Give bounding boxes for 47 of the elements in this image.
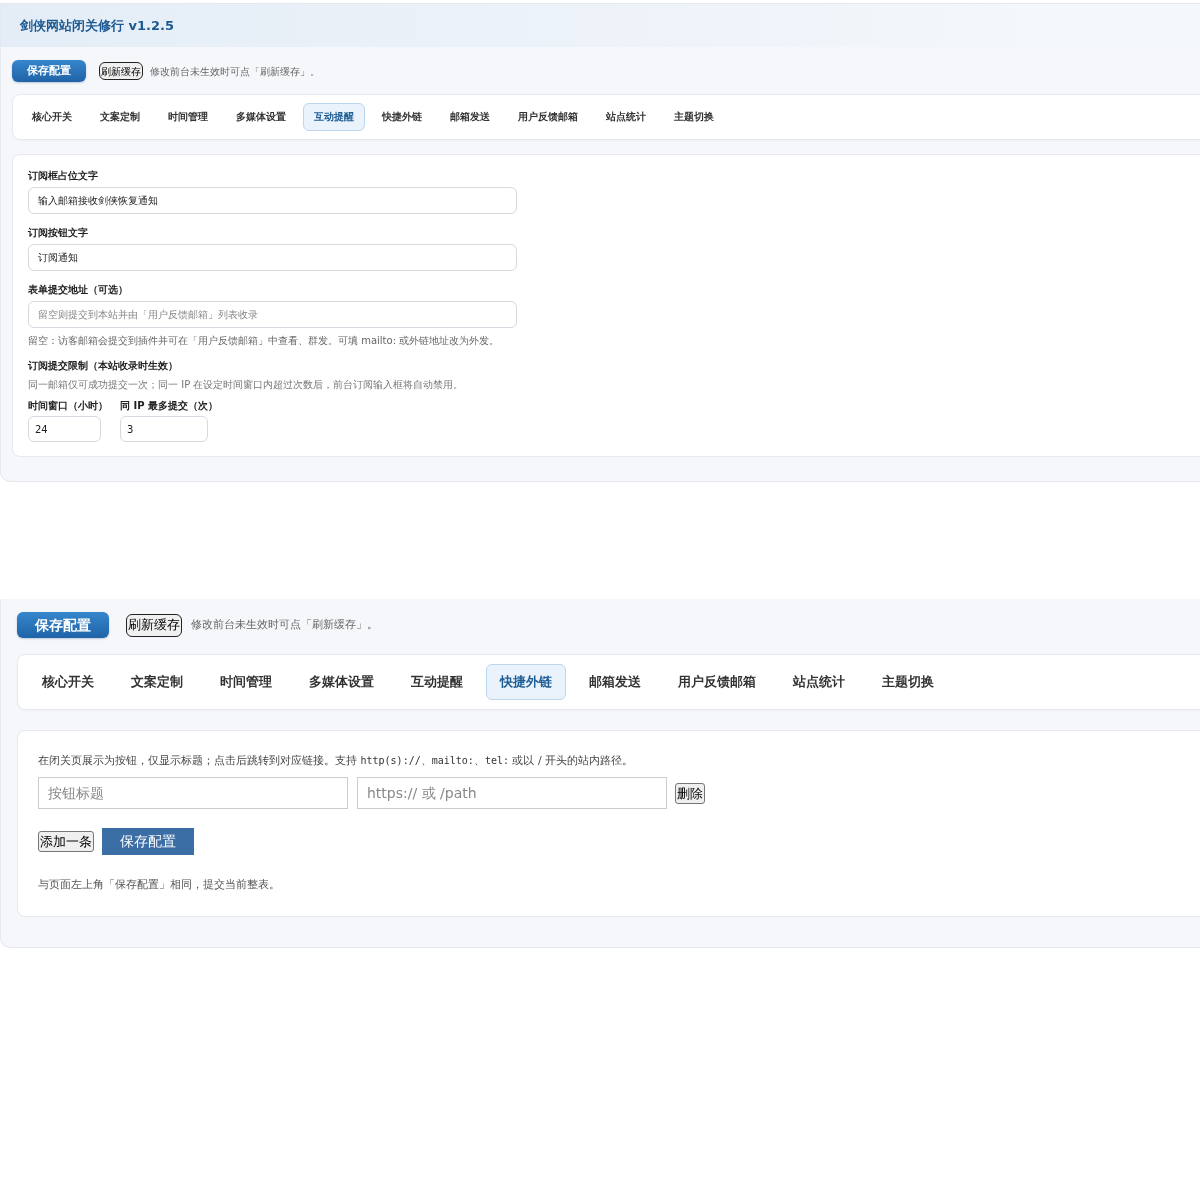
field-label: 时间窗口（小时） xyxy=(28,399,108,412)
help-text: 留空：访客邮箱会提交到插件并可在「用户反馈邮箱」中查看、群发。可填 mailto: 或外链地址改为外发。 xyxy=(28,334,501,347)
refresh-cache-button[interactable]: 刷新缓存 xyxy=(99,62,143,80)
save-button[interactable]: 保存配置 xyxy=(12,60,86,82)
text-field[interactable]: 订阅通知 xyxy=(28,244,517,271)
delete-button[interactable]: 删除 xyxy=(675,782,705,804)
field-label: 同 IP 最多提交（次） xyxy=(120,399,218,412)
url-field[interactable]: https:// 或 /path xyxy=(357,777,667,809)
tab[interactable]: 用户反馈邮箱 xyxy=(664,664,770,700)
tab[interactable]: 邮箱发送 xyxy=(439,103,501,131)
tab[interactable]: 时间管理 xyxy=(157,103,219,131)
tab[interactable]: 文案定制 xyxy=(89,103,151,131)
field-label: 订阅框占位文字 xyxy=(28,169,99,183)
section-description: 同一邮箱仅可成功提交一次；同一 IP 在设定时间窗口内超过次数后，前台订阅输入框将自动禁用。 xyxy=(28,378,465,391)
note-text: 与页面左上角「保存配置」相同，提交当前整表。 xyxy=(38,877,281,893)
tab[interactable]: 核心开关 xyxy=(21,103,83,131)
field-label: 订阅按钮文字 xyxy=(28,226,89,240)
number-field[interactable]: 3 xyxy=(120,416,208,442)
tab[interactable]: 文案定制 xyxy=(117,664,197,700)
add-button[interactable]: 添加一条 xyxy=(38,831,94,852)
tab[interactable]: 站点统计 xyxy=(595,103,657,131)
title-field[interactable]: 按钮标题 xyxy=(38,777,348,809)
tab[interactable]: 互动提醒 xyxy=(397,664,477,700)
app-title: 剑侠网站闭关修行 v1.2.5 xyxy=(20,16,174,35)
text-field[interactable]: 输入邮箱接收剑侠恢复通知 xyxy=(28,187,517,214)
refresh-cache-button[interactable]: 刷新缓存 xyxy=(126,613,182,637)
tab[interactable]: 快捷外链 xyxy=(371,103,433,131)
tab[interactable]: 多媒体设置 xyxy=(295,664,388,700)
tab[interactable]: 用户反馈邮箱 xyxy=(507,103,589,131)
tab[interactable]: 多媒体设置 xyxy=(225,103,297,131)
text-field[interactable]: 留空则提交到本站并由「用户反馈邮箱」列表收录 xyxy=(28,301,517,328)
hint-text: 修改前台未生效时可点「刷新缓存」。 xyxy=(150,64,320,79)
hint-text: 修改前台未生效时可点「刷新缓存」。 xyxy=(191,616,378,633)
tab[interactable]: 邮箱发送 xyxy=(575,664,655,700)
tab[interactable]: 站点统计 xyxy=(779,664,859,700)
field-label: 表单提交地址（可选） xyxy=(28,283,129,297)
tab[interactable]: 核心开关 xyxy=(28,664,108,700)
tab[interactable]: 时间管理 xyxy=(206,664,286,700)
tab[interactable]: 快捷外链 xyxy=(486,664,566,700)
save-button[interactable]: 保存配置 xyxy=(17,612,109,638)
tab[interactable]: 主题切换 xyxy=(868,664,948,700)
tab[interactable]: 主题切换 xyxy=(663,103,725,131)
description-text: 在闭关页展示为按钮，仅显示标题；点击后跳转到对应链接。支持 http(s)://、mailto:、tel: 或以 / 开头的站内路径。 xyxy=(38,753,635,769)
save-button[interactable]: 保存配置 xyxy=(102,828,194,855)
section-title: 订阅提交限制（本站收录时生效） xyxy=(28,359,179,373)
number-field[interactable]: 24 xyxy=(28,416,101,442)
tab[interactable]: 互动提醒 xyxy=(303,103,365,131)
